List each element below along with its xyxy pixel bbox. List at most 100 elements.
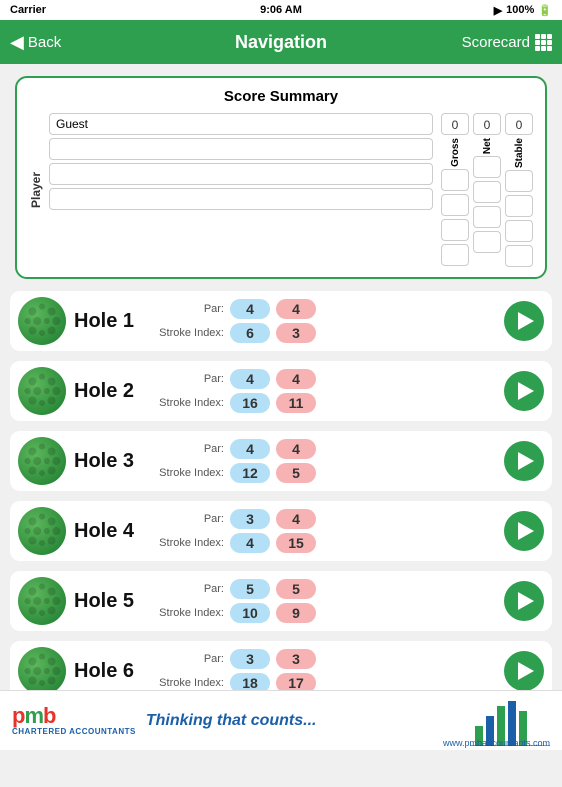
back-chevron-icon: ◀: [10, 32, 24, 53]
play-icon-6: [518, 662, 534, 680]
hole-name-1: Hole 1: [74, 310, 144, 333]
scorecard-button[interactable]: Scorecard: [462, 34, 552, 51]
play-icon-4: [518, 522, 534, 540]
time-label: 9:06 AM: [260, 4, 302, 16]
par-label-3: Par:: [152, 443, 224, 455]
score-top-values: 0 0 0: [441, 113, 533, 135]
player-row-3: [49, 163, 433, 185]
si-blue-1: 6: [230, 323, 270, 343]
hole-name-5: Hole 5: [74, 590, 144, 613]
par-pink-4: 4: [276, 509, 316, 529]
play-button-1[interactable]: [504, 301, 544, 341]
back-label: Back: [28, 34, 61, 51]
player-row-4: [49, 188, 433, 210]
score-summary-title: Score Summary: [29, 88, 533, 105]
hole-name-6: Hole 6: [74, 660, 144, 683]
ad-banner: pmb Chartered Accountants Thinking that …: [0, 690, 562, 750]
net-cell-1: [473, 156, 501, 178]
status-icons: ▶ 100% 🔋: [494, 4, 552, 17]
player-row-2: [49, 138, 433, 160]
hole-row-2: Hole 2 Par: 4 4 Stroke Index: 16 11: [10, 361, 552, 421]
score-columns-container: 0 0 0 Gross Net: [441, 113, 533, 267]
hole-stats-1: Par: 4 4 Stroke Index: 6 3: [152, 299, 496, 343]
si-pink-1: 3: [276, 323, 316, 343]
net-header: Net: [482, 138, 493, 154]
play-icon-5: [518, 592, 534, 610]
signal-icon: ▶: [494, 4, 502, 17]
ad-website: www.pmbaccountants.com: [443, 738, 550, 748]
pmb-logo-text: pmb: [12, 705, 55, 727]
gross-column: Gross: [441, 138, 469, 267]
hole-ball-4: [18, 507, 66, 555]
net-top-value: 0: [473, 113, 501, 135]
score-table: Player 0 0 0: [29, 113, 533, 267]
hole-row-1: Hole 1 Par: 4 4 Stroke Index: 6 3: [10, 291, 552, 351]
si-blue-3: 12: [230, 463, 270, 483]
stable-cell-2: [505, 195, 533, 217]
si-blue-2: 16: [230, 393, 270, 413]
si-label-4: Stroke Index:: [152, 537, 224, 549]
battery-label: 100%: [506, 4, 534, 16]
back-button[interactable]: ◀ Back: [10, 32, 61, 53]
score-summary: Score Summary Player 0 0 0: [15, 76, 547, 279]
gross-cell-1: [441, 169, 469, 191]
grid-icon: [535, 34, 552, 51]
hole-name-2: Hole 2: [74, 380, 144, 403]
par-blue-6: 3: [230, 649, 270, 669]
hole-si-row-2: Stroke Index: 16 11: [152, 393, 496, 413]
stable-header: Stable: [514, 138, 525, 168]
par-label-2: Par:: [152, 373, 224, 385]
hole-par-row-4: Par: 3 4: [152, 509, 496, 529]
status-bar: Carrier 9:06 AM ▶ 100% 🔋: [0, 0, 562, 20]
par-label-1: Par:: [152, 303, 224, 315]
net-cell-4: [473, 231, 501, 253]
si-blue-4: 4: [230, 533, 270, 553]
hole-par-row-6: Par: 3 3: [152, 649, 496, 669]
hole-ball-3: [18, 437, 66, 485]
gross-cell-4: [441, 244, 469, 266]
hole-stats-4: Par: 3 4 Stroke Index: 4 15: [152, 509, 496, 553]
par-label-6: Par:: [152, 653, 224, 665]
play-button-6[interactable]: [504, 651, 544, 691]
play-icon-3: [518, 452, 534, 470]
par-blue-4: 3: [230, 509, 270, 529]
hole-stats-6: Par: 3 3 Stroke Index: 18 17: [152, 649, 496, 693]
scorecard-label: Scorecard: [462, 34, 530, 51]
battery-icon: 🔋: [538, 4, 552, 17]
carrier-label: Carrier: [10, 4, 46, 16]
par-pink-5: 5: [276, 579, 316, 599]
hole-par-row-3: Par: 4 4: [152, 439, 496, 459]
player-rows: [49, 113, 433, 267]
hole-name-3: Hole 3: [74, 450, 144, 473]
player-4-input[interactable]: [49, 188, 433, 210]
gross-cell-3: [441, 219, 469, 241]
si-label-6: Stroke Index:: [152, 677, 224, 689]
hole-ball-5: [18, 577, 66, 625]
hole-par-row-5: Par: 5 5: [152, 579, 496, 599]
hole-ball-6: [18, 647, 66, 695]
player-row-1: [49, 113, 433, 135]
par-pink-2: 4: [276, 369, 316, 389]
play-button-5[interactable]: [504, 581, 544, 621]
par-pink-3: 4: [276, 439, 316, 459]
play-button-3[interactable]: [504, 441, 544, 481]
player-2-input[interactable]: [49, 138, 433, 160]
hole-si-row-1: Stroke Index: 6 3: [152, 323, 496, 343]
par-blue-2: 4: [230, 369, 270, 389]
gross-top-value: 0: [441, 113, 469, 135]
net-cell-2: [473, 181, 501, 203]
hole-par-row-2: Par: 4 4: [152, 369, 496, 389]
pmb-sub-text: Chartered Accountants: [12, 727, 136, 736]
player-1-input[interactable]: [49, 113, 433, 135]
hole-si-row-4: Stroke Index: 4 15: [152, 533, 496, 553]
net-column: Net: [473, 138, 501, 267]
stable-cell-3: [505, 220, 533, 242]
hole-row-3: Hole 3 Par: 4 4 Stroke Index: 12 5: [10, 431, 552, 491]
hole-row-5: Hole 5 Par: 5 5 Stroke Index: 10 9: [10, 571, 552, 631]
play-button-4[interactable]: [504, 511, 544, 551]
par-label-4: Par:: [152, 513, 224, 525]
stable-cell-1: [505, 170, 533, 192]
play-button-2[interactable]: [504, 371, 544, 411]
par-pink-1: 4: [276, 299, 316, 319]
player-3-input[interactable]: [49, 163, 433, 185]
